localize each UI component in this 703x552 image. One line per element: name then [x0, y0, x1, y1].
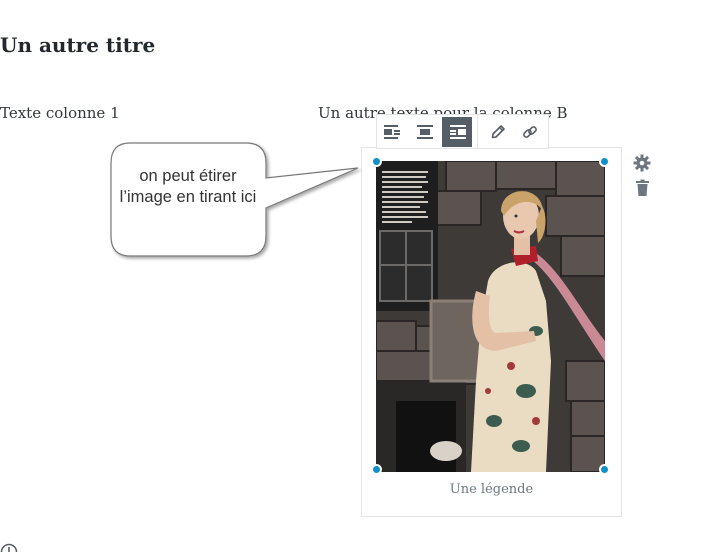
- trash-icon[interactable]: [634, 179, 652, 197]
- align-center-button[interactable]: [410, 117, 440, 147]
- pencil-icon: [491, 124, 505, 138]
- align-left-icon: [384, 124, 400, 139]
- link-icon: [523, 125, 537, 138]
- resize-handle-top-left[interactable]: [371, 156, 382, 167]
- page-title[interactable]: Un autre titre: [0, 33, 155, 57]
- gear-icon[interactable]: [633, 154, 651, 172]
- resize-handle-top-right[interactable]: [599, 156, 610, 167]
- edit-button[interactable]: [483, 117, 513, 147]
- column-1-text[interactable]: Texte colonne 1: [0, 104, 120, 122]
- annotation-text: on peut étirer l’image en tirant ici: [119, 167, 257, 206]
- image-caption[interactable]: Une légende: [361, 482, 622, 497]
- align-right-icon: [450, 124, 466, 139]
- add-block-icon[interactable]: [0, 541, 18, 552]
- align-right-button[interactable]: [442, 116, 472, 147]
- image-toolbar: [376, 114, 549, 149]
- resize-handle-bottom-left[interactable]: [371, 464, 382, 475]
- align-left-button[interactable]: [378, 117, 408, 147]
- link-button[interactable]: [515, 117, 545, 147]
- image[interactable]: [376, 161, 605, 472]
- align-center-icon: [417, 124, 433, 139]
- resize-handle-bottom-right[interactable]: [599, 464, 610, 475]
- photo-illustration: [376, 161, 605, 472]
- toolbar-separator: [477, 114, 478, 149]
